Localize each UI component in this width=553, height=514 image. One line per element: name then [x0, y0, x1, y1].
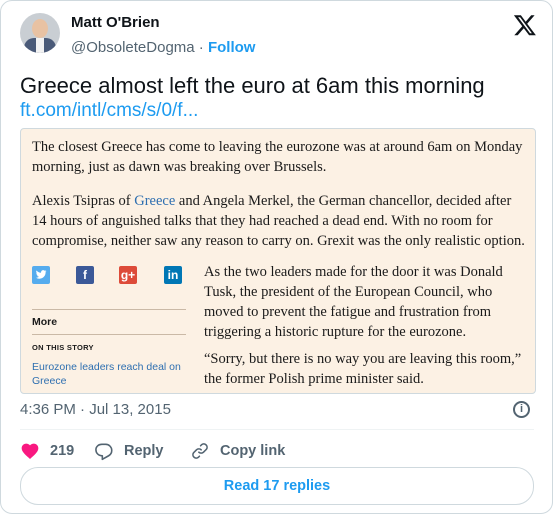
article-paragraph-2: Alexis Tsipras of Greece and Angela Merk…	[32, 191, 528, 251]
handle-separator: ·	[198, 39, 204, 56]
tweet-card: Matt O'Brien @ObsoleteDogma · Follow Gre…	[0, 0, 553, 514]
reply-button[interactable]: Reply	[94, 440, 164, 462]
author-name[interactable]: Matt O'Brien	[71, 14, 160, 31]
article-greece-link: Greece	[134, 193, 176, 209]
story-link: Eurozone leaders reach deal on Greece	[32, 361, 181, 387]
reply-icon	[95, 443, 113, 461]
on-this-story-label: ON THIS STORY	[32, 343, 94, 352]
author-handle[interactable]: @ObsoleteDogma	[71, 39, 195, 56]
like-button[interactable]: 219	[20, 440, 74, 462]
x-logo-icon[interactable]	[513, 13, 537, 37]
article-paragraph-3: As the two leaders made for the door it …	[204, 264, 503, 340]
follow-link[interactable]: Follow	[208, 39, 256, 56]
article-paragraph-2-start: Alexis Tsipras of	[32, 193, 135, 209]
more-label: More	[32, 316, 58, 328]
tweet-link[interactable]: ft.com/intl/cms/s/0/f...	[20, 100, 198, 122]
like-count: 219	[50, 443, 75, 459]
copy-link-button[interactable]: Copy link	[190, 440, 285, 462]
article-image[interactable]: The closest Greece has come to leaving t…	[20, 128, 536, 394]
linkedin-icon: in	[164, 266, 182, 284]
author-handle-row: @ObsoleteDogma · Follow	[71, 39, 255, 56]
reply-label: Reply	[124, 443, 164, 459]
copy-link-label: Copy link	[220, 443, 286, 459]
read-replies-button[interactable]: Read 17 replies	[20, 467, 534, 505]
article-paragraph-1: The closest Greece has come to leaving t…	[32, 139, 523, 175]
tweet-text: Greece almost left the euro at 6am this …	[20, 73, 485, 98]
article-paragraph-4: “Sorry, but there is no way you are leav…	[204, 351, 522, 387]
heart-icon	[21, 443, 39, 459]
facebook-icon: f	[76, 266, 94, 284]
divider	[32, 309, 186, 310]
link-icon	[192, 443, 208, 459]
divider	[32, 334, 186, 335]
google-plus-icon: g+	[119, 266, 137, 284]
avatar[interactable]	[20, 13, 60, 53]
divider	[20, 429, 534, 430]
twitter-icon	[32, 266, 50, 284]
info-icon[interactable]: i	[513, 401, 530, 418]
tweet-timestamp[interactable]: 4:36 PM · Jul 13, 2015	[20, 401, 171, 418]
